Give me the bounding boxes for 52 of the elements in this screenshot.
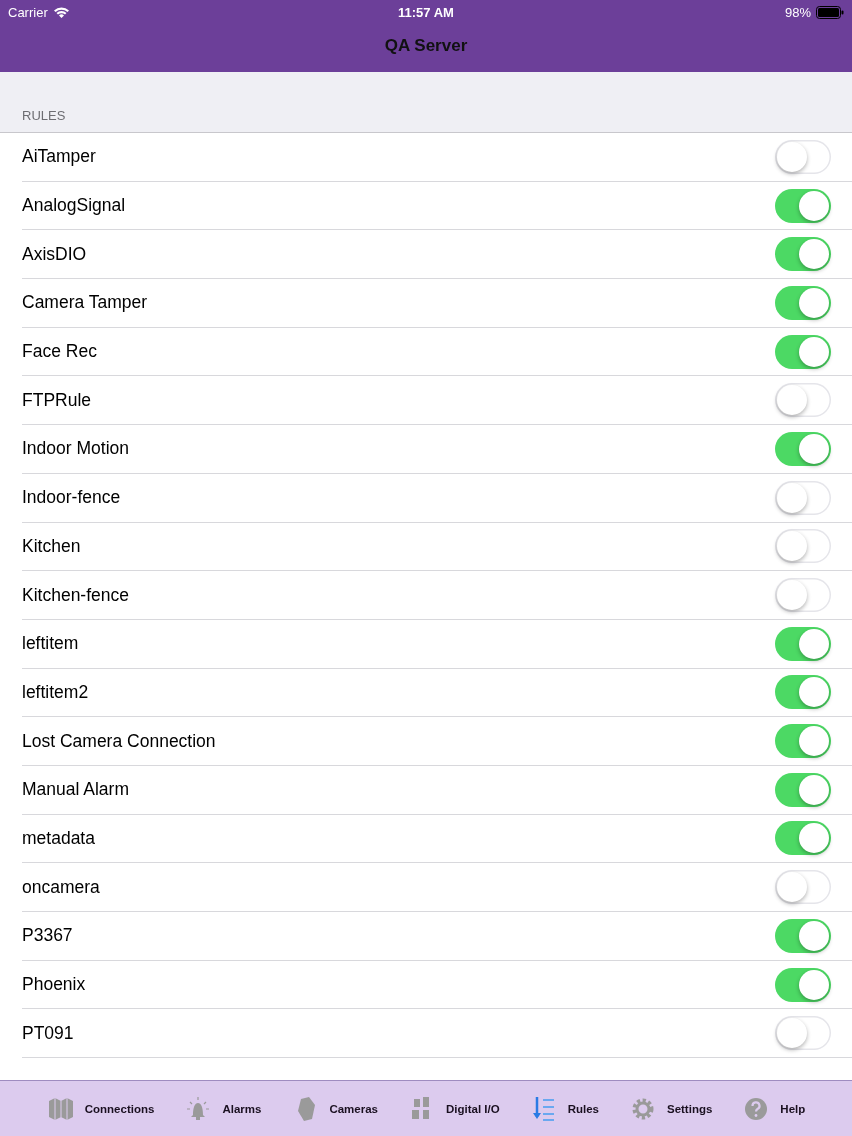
rule-name: Indoor Motion — [22, 438, 129, 460]
toggle-switch[interactable] — [775, 772, 831, 807]
toggle-switch[interactable] — [775, 918, 831, 953]
screen-title: QA Server — [384, 36, 468, 56]
rule-name: FTPRule — [22, 389, 92, 411]
rule-name: oncamera — [22, 876, 100, 898]
tab-item[interactable]: Alarms — [172, 1094, 274, 1123]
toggle-switch[interactable] — [775, 821, 831, 856]
toggle-switch[interactable] — [775, 870, 831, 905]
rule-name: Kitchen — [22, 535, 81, 557]
rule-name: Phoenix — [22, 974, 86, 996]
toggle-switch[interactable] — [775, 237, 831, 272]
rule-name: AnalogSignal — [22, 195, 126, 217]
tab-item[interactable]: Digital I/O — [395, 1094, 512, 1123]
rule-name: PT091 — [22, 1022, 74, 1044]
rule-name: metadata — [22, 827, 95, 849]
toggle-switch[interactable] — [775, 139, 831, 174]
tab-item[interactable]: Connections — [34, 1094, 167, 1123]
tab-item[interactable]: Help — [730, 1094, 818, 1123]
clock-label: 11:57 AM — [398, 4, 454, 20]
rule-name: leftitem2 — [22, 681, 89, 703]
tab-item[interactable]: Settings — [616, 1094, 725, 1123]
toggle-switch[interactable] — [775, 675, 831, 710]
battery-icon — [816, 5, 844, 19]
section-header: RULES — [22, 108, 66, 123]
toggle-switch[interactable] — [775, 626, 831, 661]
toggle-switch[interactable] — [775, 431, 831, 466]
rule-name: Face Rec — [22, 341, 97, 363]
rule-name: AiTamper — [22, 146, 96, 168]
toggle-switch[interactable] — [775, 480, 831, 515]
rule-name: Manual Alarm — [22, 779, 129, 801]
toggle-switch[interactable] — [775, 383, 831, 418]
toggle-switch[interactable] — [775, 724, 831, 759]
toggle-switch[interactable] — [775, 529, 831, 564]
rule-name: AxisDIO — [22, 243, 87, 265]
carrier-label: Carrier — [8, 4, 48, 20]
toggle-switch[interactable] — [775, 578, 831, 613]
rule-name: Indoor-fence — [22, 487, 121, 509]
toggle-switch[interactable] — [775, 1016, 831, 1051]
tab-item[interactable]: Cameras — [279, 1094, 390, 1123]
rule-name: leftitem — [22, 633, 79, 655]
battery-label: 98% — [784, 4, 811, 20]
rule-name: Lost Camera Connection — [22, 730, 216, 752]
rule-name: Camera Tamper — [22, 292, 148, 314]
wifi-icon — [52, 6, 70, 18]
tab-item[interactable]: Rules — [517, 1094, 611, 1123]
toggle-switch[interactable] — [775, 334, 831, 369]
toggle-switch[interactable] — [775, 967, 831, 1002]
toggle-switch[interactable] — [775, 285, 831, 320]
rule-name: Kitchen-fence — [22, 584, 129, 606]
toggle-switch[interactable] — [775, 188, 831, 223]
rule-name: P3367 — [22, 925, 73, 947]
